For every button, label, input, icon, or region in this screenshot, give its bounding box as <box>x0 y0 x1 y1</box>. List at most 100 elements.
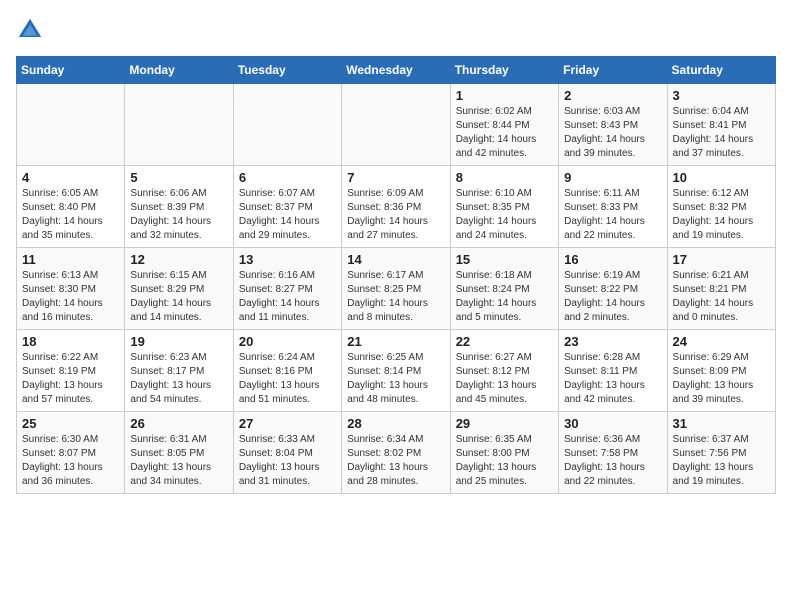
calendar-cell: 28 Sunrise: 6:34 AM Sunset: 8:02 PM Dayli… <box>342 412 450 494</box>
weekday-header-saturday: Saturday <box>667 57 775 84</box>
calendar-cell: 3 Sunrise: 6:04 AM Sunset: 8:41 PM Daylig… <box>667 84 775 166</box>
calendar-cell: 30 Sunrise: 6:36 AM Sunset: 7:58 PM Dayli… <box>559 412 667 494</box>
day-number: 21 <box>347 334 444 349</box>
calendar-cell: 17 Sunrise: 6:21 AM Sunset: 8:21 PM Dayli… <box>667 248 775 330</box>
day-number: 4 <box>22 170 119 185</box>
day-number: 15 <box>456 252 553 267</box>
calendar-cell <box>233 84 341 166</box>
logo-icon <box>16 16 44 44</box>
day-number: 29 <box>456 416 553 431</box>
calendar-cell: 16Sunrise: 6:19 AM Sunset: 8:22 PM Dayli… <box>559 248 667 330</box>
weekday-header-row: SundayMondayTuesdayWednesdayThursdayFrid… <box>17 57 776 84</box>
calendar-cell: 31 Sunrise: 6:37 AM Sunset: 7:56 PM Dayli… <box>667 412 775 494</box>
calendar-week-row: 4 Sunrise: 6:05 AM Sunset: 8:40 PM Daylig… <box>17 166 776 248</box>
calendar-cell: 26Sunrise: 6:31 AM Sunset: 8:05 PM Dayli… <box>125 412 233 494</box>
day-info: Sunrise: 6:11 AM Sunset: 8:33 PM Dayligh… <box>564 187 661 243</box>
day-info: Sunrise: 6:13 AM Sunset: 8:30 PM Dayligh… <box>22 269 119 325</box>
day-info: Sunrise: 6:02 AM Sunset: 8:44 PM Dayligh… <box>456 105 553 161</box>
calendar-week-row: 18 Sunrise: 6:22 AM Sunset: 8:19 PM Dayli… <box>17 330 776 412</box>
day-info: Sunrise: 6:33 AM Sunset: 8:04 PM Dayligh… <box>239 433 336 489</box>
calendar-week-row: 11 Sunrise: 6:13 AM Sunset: 8:30 PM Dayli… <box>17 248 776 330</box>
day-number: 2 <box>564 88 661 103</box>
calendar-cell: 11 Sunrise: 6:13 AM Sunset: 8:30 PM Dayli… <box>17 248 125 330</box>
calendar-cell <box>17 84 125 166</box>
day-info: Sunrise: 6:05 AM Sunset: 8:40 PM Dayligh… <box>22 187 119 243</box>
calendar-cell: 8 Sunrise: 6:10 AM Sunset: 8:35 PM Daylig… <box>450 166 558 248</box>
weekday-header-friday: Friday <box>559 57 667 84</box>
day-info: Sunrise: 6:10 AM Sunset: 8:35 PM Dayligh… <box>456 187 553 243</box>
calendar-cell: 4 Sunrise: 6:05 AM Sunset: 8:40 PM Daylig… <box>17 166 125 248</box>
calendar-cell: 24Sunrise: 6:29 AM Sunset: 8:09 PM Dayli… <box>667 330 775 412</box>
day-info: Sunrise: 6:19 AM Sunset: 8:22 PM Dayligh… <box>564 269 661 325</box>
day-number: 25 <box>22 416 119 431</box>
calendar-cell <box>125 84 233 166</box>
calendar-cell: 21Sunrise: 6:25 AM Sunset: 8:14 PM Dayli… <box>342 330 450 412</box>
calendar-cell: 20 Sunrise: 6:24 AM Sunset: 8:16 PM Dayli… <box>233 330 341 412</box>
weekday-header-monday: Monday <box>125 57 233 84</box>
calendar-cell: 10 Sunrise: 6:12 AM Sunset: 8:32 PM Dayli… <box>667 166 775 248</box>
day-info: Sunrise: 6:23 AM Sunset: 8:17 PM Dayligh… <box>130 351 227 407</box>
calendar-cell: 13Sunrise: 6:16 AM Sunset: 8:27 PM Dayli… <box>233 248 341 330</box>
weekday-header-sunday: Sunday <box>17 57 125 84</box>
day-number: 17 <box>673 252 770 267</box>
calendar-cell: 1Sunrise: 6:02 AM Sunset: 8:44 PM Daylig… <box>450 84 558 166</box>
day-number: 31 <box>673 416 770 431</box>
day-number: 19 <box>130 334 227 349</box>
calendar-cell: 6 Sunrise: 6:07 AM Sunset: 8:37 PM Daylig… <box>233 166 341 248</box>
day-info: Sunrise: 6:12 AM Sunset: 8:32 PM Dayligh… <box>673 187 770 243</box>
day-info: Sunrise: 6:24 AM Sunset: 8:16 PM Dayligh… <box>239 351 336 407</box>
calendar-week-row: 1Sunrise: 6:02 AM Sunset: 8:44 PM Daylig… <box>17 84 776 166</box>
day-info: Sunrise: 6:09 AM Sunset: 8:36 PM Dayligh… <box>347 187 444 243</box>
day-info: Sunrise: 6:36 AM Sunset: 7:58 PM Dayligh… <box>564 433 661 489</box>
calendar-cell: 7Sunrise: 6:09 AM Sunset: 8:36 PM Daylig… <box>342 166 450 248</box>
day-info: Sunrise: 6:18 AM Sunset: 8:24 PM Dayligh… <box>456 269 553 325</box>
calendar-cell: 18 Sunrise: 6:22 AM Sunset: 8:19 PM Dayli… <box>17 330 125 412</box>
day-info: Sunrise: 6:27 AM Sunset: 8:12 PM Dayligh… <box>456 351 553 407</box>
day-info: Sunrise: 6:04 AM Sunset: 8:41 PM Dayligh… <box>673 105 770 161</box>
calendar-cell: 9 Sunrise: 6:11 AM Sunset: 8:33 PM Daylig… <box>559 166 667 248</box>
calendar-cell: 15 Sunrise: 6:18 AM Sunset: 8:24 PM Dayli… <box>450 248 558 330</box>
weekday-header-thursday: Thursday <box>450 57 558 84</box>
day-number: 8 <box>456 170 553 185</box>
calendar-cell: 22 Sunrise: 6:27 AM Sunset: 8:12 PM Dayli… <box>450 330 558 412</box>
day-number: 3 <box>673 88 770 103</box>
day-info: Sunrise: 6:35 AM Sunset: 8:00 PM Dayligh… <box>456 433 553 489</box>
day-number: 27 <box>239 416 336 431</box>
logo <box>16 16 48 44</box>
day-number: 13 <box>239 252 336 267</box>
day-info: Sunrise: 6:15 AM Sunset: 8:29 PM Dayligh… <box>130 269 227 325</box>
day-number: 10 <box>673 170 770 185</box>
day-info: Sunrise: 6:31 AM Sunset: 8:05 PM Dayligh… <box>130 433 227 489</box>
calendar-week-row: 25 Sunrise: 6:30 AM Sunset: 8:07 PM Dayli… <box>17 412 776 494</box>
day-number: 22 <box>456 334 553 349</box>
day-number: 14 <box>347 252 444 267</box>
day-info: Sunrise: 6:37 AM Sunset: 7:56 PM Dayligh… <box>673 433 770 489</box>
day-info: Sunrise: 6:21 AM Sunset: 8:21 PM Dayligh… <box>673 269 770 325</box>
day-number: 11 <box>22 252 119 267</box>
calendar-table: SundayMondayTuesdayWednesdayThursdayFrid… <box>16 56 776 494</box>
day-number: 18 <box>22 334 119 349</box>
day-number: 9 <box>564 170 661 185</box>
day-number: 6 <box>239 170 336 185</box>
day-number: 12 <box>130 252 227 267</box>
day-info: Sunrise: 6:07 AM Sunset: 8:37 PM Dayligh… <box>239 187 336 243</box>
day-info: Sunrise: 6:22 AM Sunset: 8:19 PM Dayligh… <box>22 351 119 407</box>
weekday-header-wednesday: Wednesday <box>342 57 450 84</box>
calendar-cell: 23Sunrise: 6:28 AM Sunset: 8:11 PM Dayli… <box>559 330 667 412</box>
day-number: 20 <box>239 334 336 349</box>
day-info: Sunrise: 6:34 AM Sunset: 8:02 PM Dayligh… <box>347 433 444 489</box>
day-number: 24 <box>673 334 770 349</box>
calendar-cell: 25 Sunrise: 6:30 AM Sunset: 8:07 PM Dayli… <box>17 412 125 494</box>
day-info: Sunrise: 6:03 AM Sunset: 8:43 PM Dayligh… <box>564 105 661 161</box>
day-info: Sunrise: 6:28 AM Sunset: 8:11 PM Dayligh… <box>564 351 661 407</box>
day-number: 5 <box>130 170 227 185</box>
calendar-cell: 14Sunrise: 6:17 AM Sunset: 8:25 PM Dayli… <box>342 248 450 330</box>
calendar-cell: 19 Sunrise: 6:23 AM Sunset: 8:17 PM Dayli… <box>125 330 233 412</box>
day-info: Sunrise: 6:30 AM Sunset: 8:07 PM Dayligh… <box>22 433 119 489</box>
day-info: Sunrise: 6:06 AM Sunset: 8:39 PM Dayligh… <box>130 187 227 243</box>
day-number: 30 <box>564 416 661 431</box>
calendar-cell <box>342 84 450 166</box>
weekday-header-tuesday: Tuesday <box>233 57 341 84</box>
day-number: 28 <box>347 416 444 431</box>
calendar-cell: 12 Sunrise: 6:15 AM Sunset: 8:29 PM Dayli… <box>125 248 233 330</box>
